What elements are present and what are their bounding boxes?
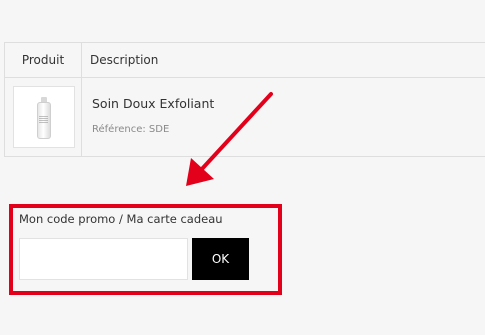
table-row bbox=[4, 78, 485, 156]
product-description-cell bbox=[82, 78, 485, 156]
product-name[interactable]: Soin Doux Exfoliant bbox=[92, 96, 214, 111]
product-reference: Référence: SDE bbox=[92, 124, 170, 135]
product-thumbnail[interactable] bbox=[13, 86, 75, 148]
cart-table: Produit Description bbox=[4, 42, 485, 157]
promo-code-input[interactable] bbox=[19, 238, 188, 280]
product-image-cell bbox=[4, 78, 82, 156]
header-product: Produit bbox=[4, 43, 82, 77]
promo-label: Mon code promo / Ma carte cadeau bbox=[19, 212, 223, 226]
header-description: Description bbox=[90, 53, 159, 67]
cart-page: Produit Description Soin Doux Exfoliant … bbox=[0, 0, 485, 335]
product-bottle-icon bbox=[37, 97, 51, 139]
promo-ok-button[interactable]: OK bbox=[192, 238, 249, 280]
table-header-row: Produit Description bbox=[4, 43, 485, 78]
